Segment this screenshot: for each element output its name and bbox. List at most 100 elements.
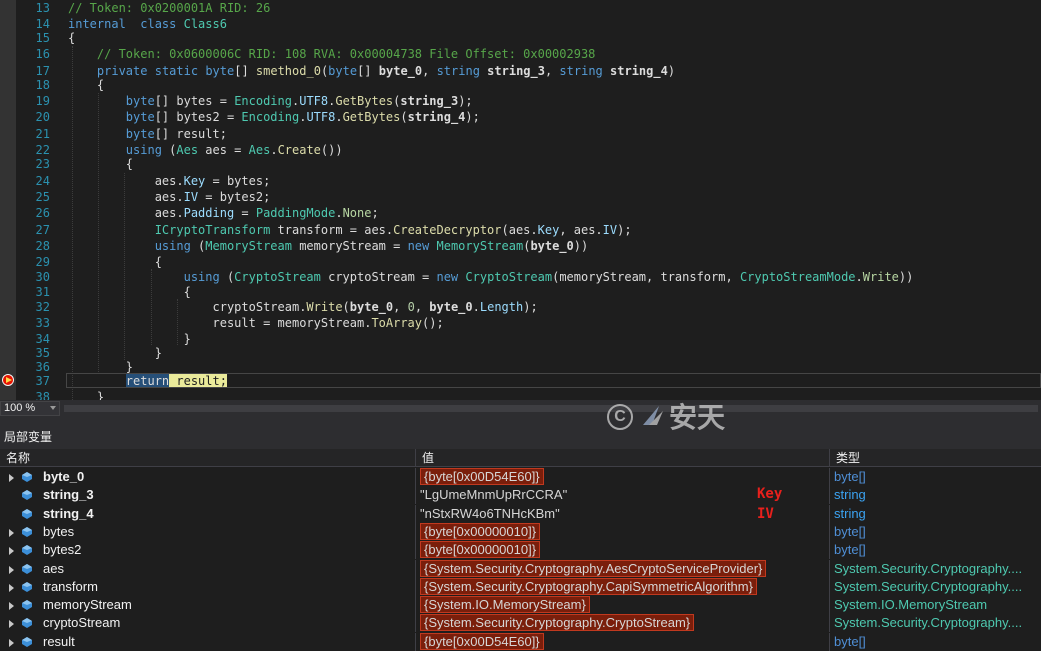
code-line[interactable]: {: [68, 285, 191, 299]
code-line[interactable]: }: [68, 346, 162, 360]
code-token: );: [617, 223, 632, 237]
code-token: Write: [862, 270, 899, 284]
variable-value: {System.Security.Cryptography.AesCryptoS…: [420, 559, 767, 577]
code-token: GetBytes: [342, 110, 401, 124]
expand-arrow-icon[interactable]: [9, 602, 14, 611]
code-line[interactable]: internal class Class6: [68, 17, 227, 31]
table-row[interactable]: cryptoStream {System.Security.Cryptograph…: [0, 614, 1041, 633]
expand-arrow-icon[interactable]: [9, 547, 14, 556]
code-editor[interactable]: 13 // Token: 0x0200001A RID: 26 14 internal…: [0, 0, 1041, 400]
zoom-dropdown[interactable]: 100 %: [0, 401, 60, 416]
code-line[interactable]: ICryptoTransform transform = aes.CreateD…: [68, 223, 632, 237]
code-line[interactable]: }: [68, 332, 191, 346]
expand-arrow-icon[interactable]: [9, 620, 14, 629]
variable-name: transform: [43, 578, 98, 594]
code-token: ()): [320, 143, 343, 157]
code-line[interactable]: {: [68, 255, 162, 269]
table-row[interactable]: transform {System.Security.Cryptography.C…: [0, 577, 1041, 596]
cell-type: System.IO.MemoryStream: [830, 596, 1041, 614]
code-token: .: [335, 110, 343, 124]
code-line[interactable]: byte[] result;: [68, 127, 227, 141]
code-line[interactable]: aes.Padding = PaddingMode.None;: [68, 206, 379, 220]
expand-arrow-icon[interactable]: [9, 583, 14, 592]
cell-value[interactable]: {byte[0x00000010]}: [416, 522, 830, 541]
cell-value[interactable]: {byte[0x00D54E60]}: [416, 632, 830, 651]
code-token: result = memoryStream.: [68, 316, 372, 330]
table-row[interactable]: memoryStream {System.IO.MemoryStream} Syst…: [0, 596, 1041, 615]
code-line[interactable]: {: [68, 78, 104, 92]
code-token: smethod_0: [255, 64, 321, 78]
expand-arrow-icon[interactable]: [9, 528, 14, 537]
code-line[interactable]: {: [68, 157, 133, 171]
code-token: 0: [407, 300, 415, 314]
column-header-value[interactable]: 值: [416, 449, 830, 467]
code-token: byte_0: [429, 300, 473, 314]
code-line[interactable]: using (MemoryStream memoryStream = new M…: [68, 239, 589, 253]
horizontal-scrollbar[interactable]: [64, 405, 1038, 412]
code-token: byte: [125, 127, 155, 141]
variable-name: bytes2: [43, 542, 82, 558]
code-token: cryptoStream.: [68, 300, 307, 314]
code-line[interactable]: private static byte[] smethod_0(byte[] b…: [68, 64, 675, 78]
indent-guide: [177, 299, 178, 345]
field-icon: [22, 581, 32, 592]
code-line[interactable]: byte[] bytes2 = Encoding.UTF8.GetBytes(s…: [68, 110, 480, 124]
code-token: [] bytes =: [154, 94, 235, 108]
cell-name: memoryStream: [0, 596, 416, 615]
table-row[interactable]: aes {System.Security.Cryptography.AesCryp…: [0, 559, 1041, 578]
table-row[interactable]: string_4 "nStxRW4o6TNHcKBm" string: [0, 504, 1041, 523]
indent-guide: [151, 269, 152, 345]
code-token: internal: [68, 17, 126, 31]
code-line[interactable]: using (Aes aes = Aes.Create()): [68, 143, 343, 157]
watermark-text: 安天: [669, 401, 726, 434]
table-row[interactable]: bytes {byte[0x00000010]} byte[]: [0, 522, 1041, 541]
code-token: {: [68, 31, 76, 45]
cell-name: cryptoStream: [0, 614, 416, 633]
watermark: C 安天: [607, 400, 737, 440]
variable-type: byte[]: [834, 542, 866, 558]
locals-grid[interactable]: 名称 值 类型 byte_0 {byte[0x00D54E60]} byte[] st…: [0, 449, 1041, 651]
column-header-name[interactable]: 名称: [0, 449, 416, 467]
table-row[interactable]: bytes2 {byte[0x00000010]} byte[]: [0, 541, 1041, 560]
variable-value: {byte[0x00000010]}: [420, 541, 541, 559]
code-token: .: [270, 143, 278, 157]
variable-name: byte_0: [43, 469, 85, 484]
code-line[interactable]: cryptoStream.Write(byte_0, 0, byte_0.Len…: [68, 300, 537, 314]
line-number: 16: [35, 47, 50, 61]
cell-value[interactable]: {System.IO.MemoryStream}: [416, 596, 830, 615]
code-token: ,: [544, 64, 560, 78]
cell-value[interactable]: {byte[0x00000010]}: [416, 541, 830, 560]
line-number: 18: [35, 78, 50, 92]
code-line[interactable]: }: [68, 360, 133, 374]
code-line[interactable]: byte[] bytes = Encoding.UTF8.GetBytes(st…: [68, 94, 473, 108]
code-token: string_3: [487, 64, 545, 78]
expand-arrow-icon[interactable]: [9, 474, 14, 482]
code-token: {: [68, 157, 134, 171]
table-row[interactable]: string_3 "LgUmeMnmUpRrCCRA" string: [0, 486, 1041, 505]
code-token: Aes: [176, 143, 199, 157]
cell-value[interactable]: {System.Security.Cryptography.CapiSymmet…: [416, 577, 830, 596]
code-line[interactable]: }: [68, 390, 104, 400]
table-row[interactable]: byte_0 {byte[0x00D54E60]} byte[]: [0, 468, 1041, 486]
code-token: .: [855, 270, 863, 284]
field-icon: [22, 472, 32, 482]
table-row[interactable]: result {byte[0x00D54E60]} byte[]: [0, 632, 1041, 651]
chevron-down-icon: [50, 406, 56, 410]
field-icon: [22, 526, 32, 537]
cell-value[interactable]: {System.Security.Cryptography.AesCryptoS…: [416, 559, 830, 578]
code-line[interactable]: {: [68, 31, 75, 45]
cell-value[interactable]: {System.Security.Cryptography.CryptoStre…: [416, 614, 830, 633]
expand-arrow-icon[interactable]: [9, 638, 14, 647]
code-line[interactable]: using (CryptoStream cryptoStream = new C…: [68, 270, 914, 284]
code-token: Length: [479, 300, 524, 314]
code-line[interactable]: // Token: 0x0600006C RID: 108 RVA: 0x000…: [68, 47, 596, 61]
cell-value[interactable]: {byte[0x00D54E60]}: [416, 468, 830, 486]
indicator-margin[interactable]: [0, 0, 16, 400]
column-header-type[interactable]: 类型: [830, 449, 1041, 467]
expand-arrow-icon[interactable]: [9, 565, 14, 574]
code-line[interactable]: // Token: 0x0200001A RID: 26: [68, 1, 270, 15]
code-token: .: [472, 300, 480, 314]
code-token: byte_0: [378, 64, 423, 78]
